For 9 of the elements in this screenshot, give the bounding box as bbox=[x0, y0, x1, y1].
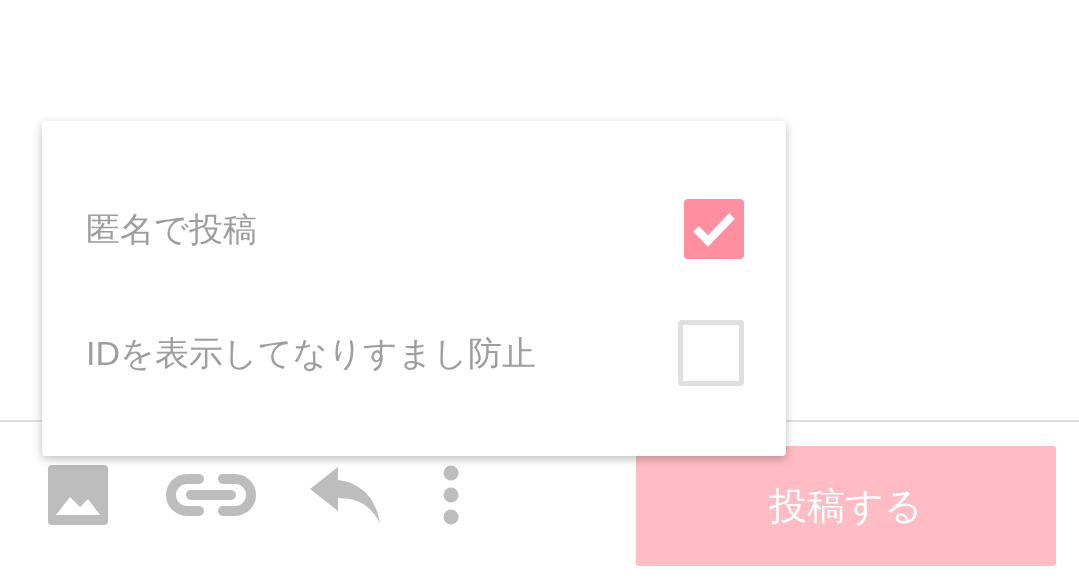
link-icon[interactable] bbox=[165, 473, 257, 517]
option-label: IDを表示してなりすまし防止 bbox=[86, 332, 536, 374]
more-icon[interactable] bbox=[443, 465, 459, 525]
reply-icon[interactable] bbox=[310, 467, 380, 523]
image-icon[interactable] bbox=[48, 465, 108, 525]
checkbox[interactable] bbox=[678, 320, 744, 386]
post-button[interactable]: 投稿する bbox=[636, 446, 1056, 566]
option-label: 匿名で投稿 bbox=[86, 208, 257, 250]
checkbox[interactable] bbox=[684, 199, 744, 259]
